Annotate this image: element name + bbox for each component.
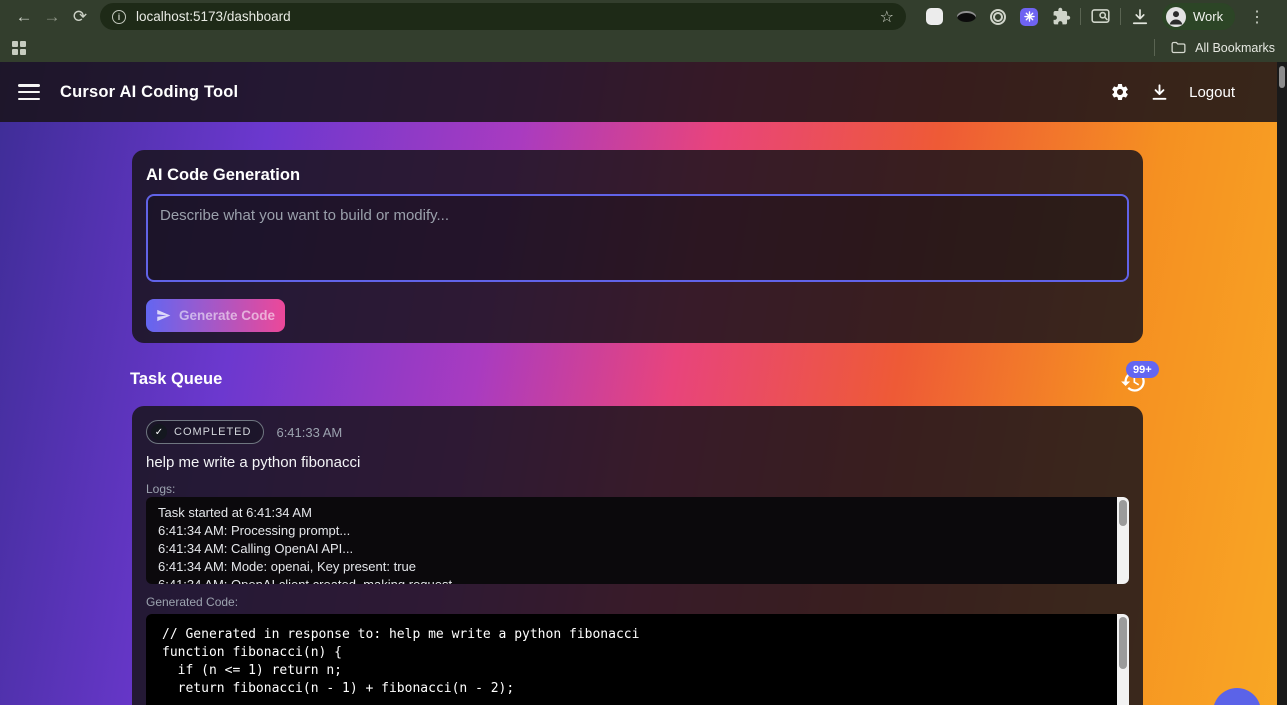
- task-card: ✓ COMPLETED 6:41:33 AM help me write a p…: [132, 406, 1143, 705]
- extension-icon-3[interactable]: [990, 8, 1006, 25]
- dashboard-page: Cursor AI Coding Tool Logout AI Code Gen…: [0, 62, 1287, 705]
- code-scrollbar[interactable]: [1117, 614, 1129, 705]
- floating-action-button[interactable]: [1213, 688, 1261, 705]
- notification-count-badge: 99+: [1126, 361, 1159, 378]
- logs-label: Logs:: [146, 482, 176, 496]
- code-line: function fibonacci(n) {: [162, 645, 343, 660]
- code-line: return fibonacci(n - 1) + fibonacci(n - …: [162, 681, 515, 696]
- profile-name: Work: [1193, 9, 1224, 24]
- profile-button[interactable]: Work: [1162, 3, 1236, 30]
- forward-button[interactable]: →: [38, 3, 66, 31]
- export-button[interactable]: [1150, 83, 1169, 102]
- tab-search-button[interactable]: [1090, 6, 1111, 27]
- generate-code-button[interactable]: Generate Code: [146, 299, 285, 332]
- avatar: [1166, 6, 1186, 27]
- browser-chrome: ← → ⟳ i localhost:5173/dashboard ☆ Work …: [0, 0, 1287, 62]
- code-generation-title: AI Code Generation: [146, 166, 301, 184]
- logs-scrollbar[interactable]: [1117, 497, 1129, 584]
- extension-icon-4[interactable]: [1020, 7, 1038, 26]
- page-scrollbar-thumb[interactable]: [1279, 66, 1285, 88]
- tab-search-icon: [1091, 9, 1110, 23]
- page-scrollbar[interactable]: [1277, 62, 1287, 705]
- log-line: 6:41:34 AM: Calling OpenAI API...: [158, 541, 354, 556]
- app-header: Cursor AI Coding Tool Logout: [0, 62, 1277, 122]
- spark-icon: [1023, 11, 1035, 22]
- extensions-puzzle-icon[interactable]: [1052, 7, 1071, 26]
- reload-button[interactable]: ⟳: [66, 3, 94, 31]
- log-line: 6:41:34 AM: Mode: openai, Key present: t…: [158, 559, 416, 574]
- extensions-row: [926, 7, 1071, 26]
- all-bookmarks-button[interactable]: All Bookmarks: [1170, 39, 1275, 56]
- prompt-input[interactable]: [146, 194, 1129, 282]
- site-info-icon[interactable]: i: [112, 9, 126, 24]
- settings-button[interactable]: [1110, 82, 1130, 102]
- apps-grid-icon[interactable]: [12, 40, 26, 55]
- log-line: 6:41:34 AM: OpenAI client created, makin…: [158, 576, 1103, 584]
- check-icon: ✓: [151, 424, 167, 440]
- address-bar[interactable]: i localhost:5173/dashboard ☆: [100, 3, 906, 30]
- app-title: Cursor AI Coding Tool: [60, 82, 239, 101]
- puzzle-icon: [1053, 7, 1071, 25]
- status-badge: ✓ COMPLETED: [146, 420, 265, 444]
- logout-button[interactable]: Logout: [1189, 84, 1235, 101]
- log-line: 6:41:34 AM: Processing prompt...: [158, 523, 351, 538]
- folder-icon: [1171, 41, 1186, 54]
- bookmark-star-icon[interactable]: ☆: [880, 7, 894, 27]
- bookmarks-bar: All Bookmarks: [0, 33, 1287, 62]
- generated-code-panel[interactable]: // Generated in response to: help me wri…: [146, 614, 1129, 705]
- task-prompt: help me write a python fibonacci: [146, 454, 361, 471]
- screen: ← → ⟳ i localhost:5173/dashboard ☆ Work …: [0, 0, 1287, 705]
- task-timestamp: 6:41:33 AM: [276, 424, 343, 440]
- code-generation-card: AI Code Generation Generate Code: [132, 150, 1143, 343]
- status-label: COMPLETED: [174, 426, 252, 438]
- extension-icon-1[interactable]: [926, 8, 943, 25]
- extension-icon-2[interactable]: [957, 11, 976, 22]
- person-icon: [1169, 10, 1183, 24]
- generate-code-label: Generate Code: [178, 308, 276, 323]
- downloads-button[interactable]: [1130, 7, 1150, 27]
- browser-toolbar: ← → ⟳ i localhost:5173/dashboard ☆ Work …: [0, 0, 1287, 33]
- menu-button[interactable]: [18, 84, 40, 100]
- code-line: // Generated in response to: help me wri…: [162, 627, 640, 642]
- toolbar-separator: [1080, 8, 1081, 25]
- back-button[interactable]: ←: [10, 3, 38, 31]
- send-icon: [157, 309, 171, 322]
- code-scrollbar-thumb[interactable]: [1119, 617, 1127, 669]
- download-icon: [1152, 83, 1167, 100]
- code-line: if (n <= 1) return n;: [162, 663, 343, 678]
- task-queue-title: Task Queue: [130, 370, 223, 388]
- toolbar-separator-2: [1120, 8, 1121, 25]
- gear-icon: [1112, 84, 1128, 100]
- download-icon: [1132, 8, 1148, 24]
- url-text: localhost:5173/dashboard: [136, 9, 291, 24]
- logs-panel[interactable]: Task started at 6:41:34 AM 6:41:34 AM: P…: [146, 497, 1129, 584]
- all-bookmarks-label: All Bookmarks: [1195, 40, 1275, 55]
- logs-scrollbar-thumb[interactable]: [1119, 500, 1127, 526]
- generated-code-label: Generated Code:: [146, 595, 239, 609]
- log-line: Task started at 6:41:34 AM: [158, 505, 312, 520]
- browser-menu-button[interactable]: ⋮: [1247, 7, 1267, 27]
- bookmarks-separator: [1154, 39, 1156, 56]
